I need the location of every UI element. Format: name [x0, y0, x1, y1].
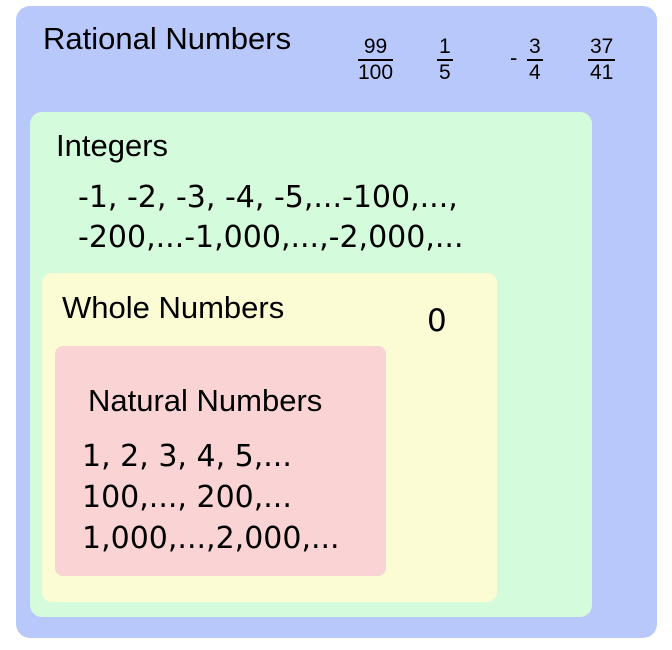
integers-examples: -1, -2, -3, -4, -5,...-100,..., -200,...…	[78, 178, 463, 258]
integers-line: -200,...-1,000,...,-2,000,...	[78, 220, 464, 255]
fraction-negative-sign: -	[510, 45, 518, 70]
natural-line: 1, 2, 3, 4, 5,...	[82, 439, 292, 474]
fraction-denominator: 100	[358, 61, 394, 84]
integers-line: -1, -2, -3, -4, -5,...-100,...,	[78, 180, 458, 215]
fraction-denominator: 41	[590, 61, 614, 84]
fraction-numerator: 99	[363, 35, 388, 58]
fraction-numerator: 37	[590, 35, 614, 58]
fraction-denominator: 5	[439, 61, 451, 84]
natural-numbers-examples: 1, 2, 3, 4, 5,... 100,..., 200,... 1,000…	[82, 436, 340, 559]
natural-line: 1,000,...,2,000,...	[82, 521, 340, 556]
fraction-numerator: 1	[439, 35, 451, 58]
zero-label: 0	[427, 303, 447, 339]
fraction-neg-3-4: 3 4	[527, 36, 543, 84]
fraction-99-100: 99 100	[358, 35, 394, 84]
integers-title: Integers	[56, 128, 169, 163]
fraction-numerator: 3	[529, 35, 541, 58]
natural-line: 100,..., 200,...	[82, 480, 292, 515]
fraction-denominator: 4	[529, 61, 541, 84]
rational-numbers-title: Rational Numbers	[43, 21, 292, 56]
fraction-37-41: 37 41	[588, 35, 616, 84]
natural-numbers-title: Natural Numbers	[88, 383, 323, 418]
whole-numbers-title: Whole Numbers	[62, 290, 285, 325]
fraction-1-5: 1 5	[437, 36, 453, 84]
